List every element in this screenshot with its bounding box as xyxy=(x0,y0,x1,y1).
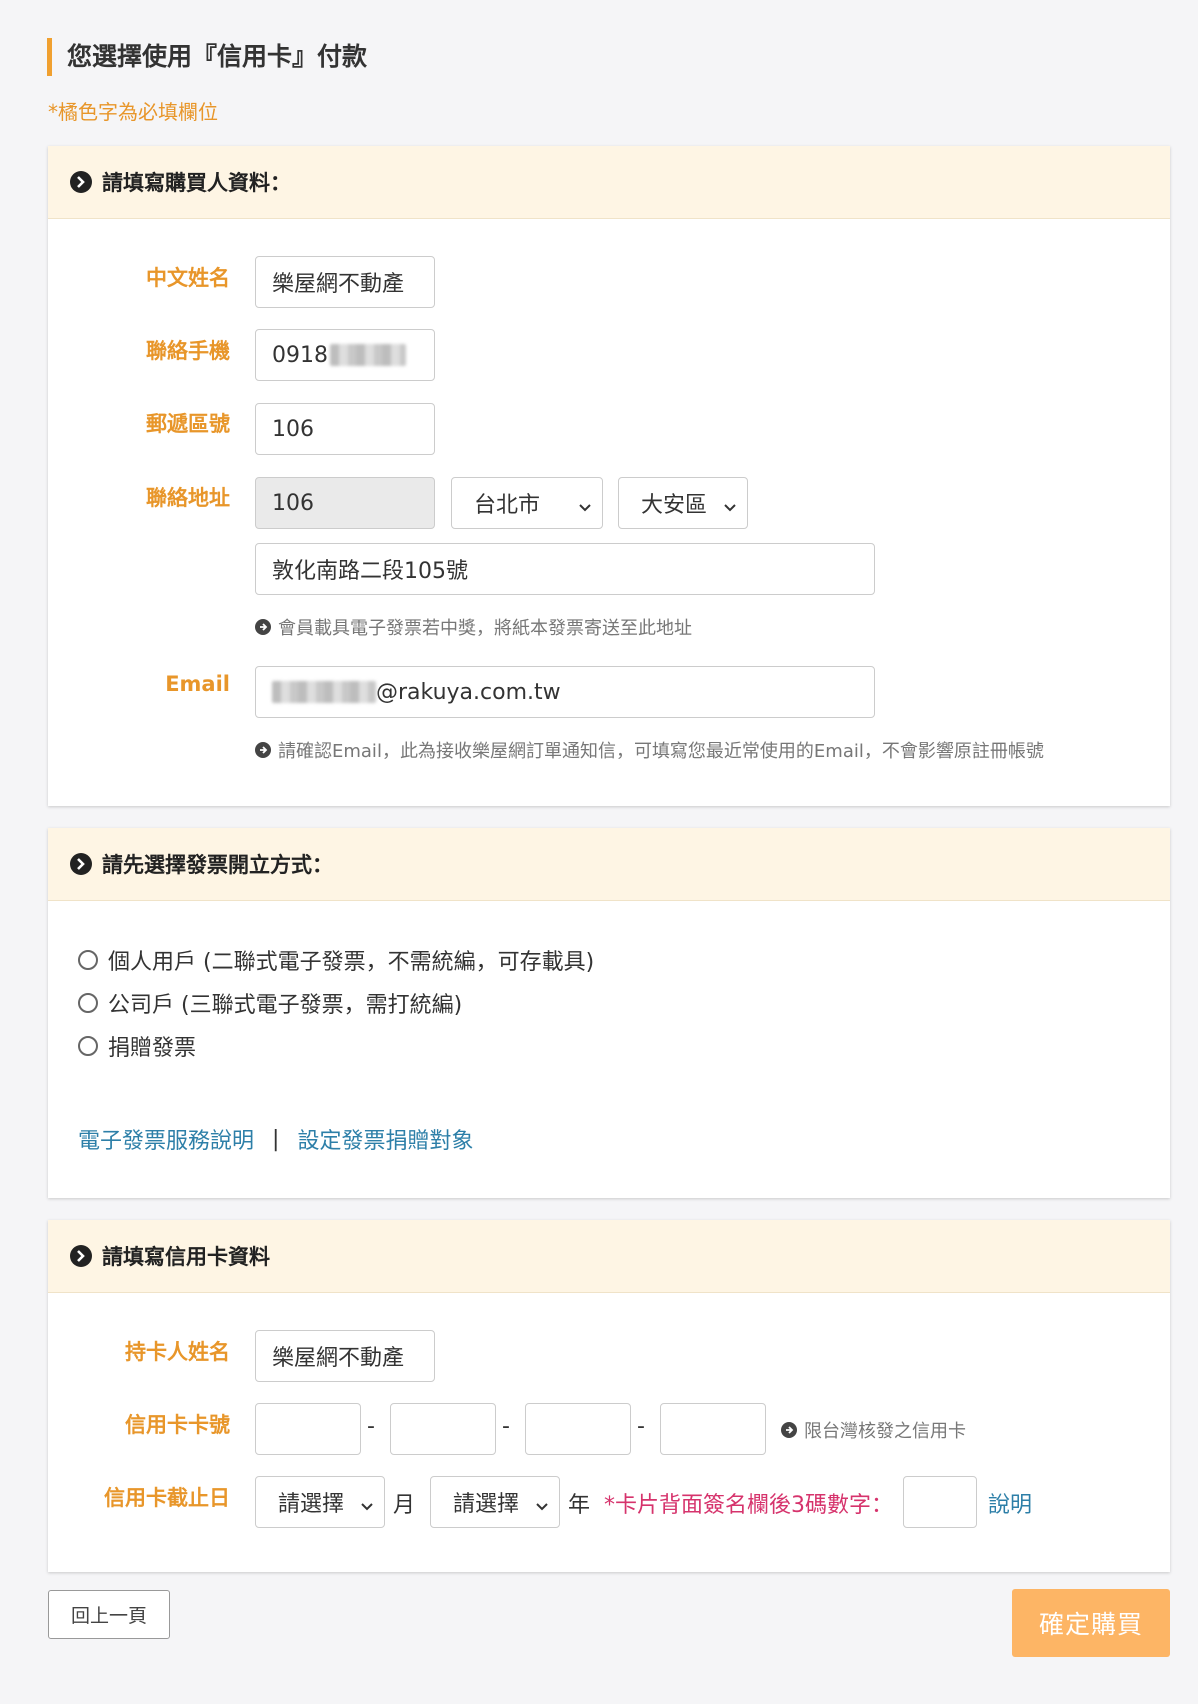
radio-button[interactable] xyxy=(78,993,98,1013)
card-number-dash: - xyxy=(637,1414,645,1439)
phone-value: 0918 xyxy=(272,342,328,368)
page-title: 您選擇使用『信用卡』付款 xyxy=(47,38,367,76)
invoice-option-label: 公司戶 (三聯式電子發票，需打統編) xyxy=(108,993,463,1018)
circle-chevron-right-icon xyxy=(70,1245,92,1267)
invoice-option-donate[interactable]: 捐贈發票 xyxy=(78,1030,196,1062)
address-hint: 會員載具電子發票若中獎，將紙本發票寄送至此地址 xyxy=(255,614,692,640)
card-number-label: 信用卡卡號 xyxy=(125,1413,230,1437)
redacted-phone-digits xyxy=(330,344,406,366)
card-number-dash: - xyxy=(502,1414,510,1439)
payment-page: 您選擇使用『信用卡』付款 *橘色字為必填欄位 請填寫購買人資料： 中文姓名 樂屋… xyxy=(0,0,1198,1704)
district-select[interactable]: 大安區 xyxy=(618,477,748,529)
buyer-panel: 請填寫購買人資料： 中文姓名 樂屋網不動產 聯絡手機 0918 郵遞區號 106… xyxy=(48,146,1170,806)
redacted-email-user xyxy=(272,681,376,703)
name-value: 樂屋網不動產 xyxy=(272,272,405,297)
card-number-input-1[interactable] xyxy=(255,1403,361,1455)
invoice-panel-header: 請先選擇發票開立方式： xyxy=(48,828,1170,901)
invoice-heading: 請先選擇發票開立方式： xyxy=(102,853,333,877)
invoice-links: 電子發票服務說明 | 設定發票捐贈對象 xyxy=(78,1123,473,1155)
chevron-down-icon xyxy=(578,496,592,521)
name-label: 中文姓名 xyxy=(146,266,230,290)
email-value: @rakuya.com.tw xyxy=(376,679,561,705)
invoice-service-link[interactable]: 電子發票服務說明 xyxy=(78,1123,254,1155)
expiry-month-select[interactable]: 請選擇 xyxy=(255,1476,385,1528)
cvv-help-link[interactable]: 說明 xyxy=(988,1487,1032,1519)
street-value: 敦化南路二段105號 xyxy=(272,559,468,584)
card-number-hint: 限台灣核發之信用卡 xyxy=(781,1417,966,1443)
card-number-dash: - xyxy=(367,1414,375,1439)
holder-input[interactable]: 樂屋網不動產 xyxy=(255,1330,435,1382)
city-value: 台北市 xyxy=(474,493,541,518)
street-input[interactable]: 敦化南路二段105號 xyxy=(255,543,875,595)
email-hint-text: 請確認Email，此為接收樂屋網訂單通知信，可填寫您最近常使用的Email，不會… xyxy=(278,741,1044,762)
email-label: Email xyxy=(165,672,230,696)
chevron-down-icon xyxy=(535,1495,549,1520)
year-unit: 年 xyxy=(568,1493,591,1518)
postal-value: 106 xyxy=(272,416,314,442)
month-unit: 月 xyxy=(393,1493,416,1518)
holder-label: 持卡人姓名 xyxy=(125,1340,230,1364)
required-note: *橘色字為必填欄位 xyxy=(48,100,218,124)
city-select[interactable]: 台北市 xyxy=(451,477,603,529)
invoice-option-company[interactable]: 公司戶 (三聯式電子發票，需打統編) xyxy=(78,987,462,1019)
postal-label: 郵遞區號 xyxy=(146,412,230,436)
radio-button[interactable] xyxy=(78,1036,98,1056)
phone-label: 聯絡手機 xyxy=(146,339,230,363)
address-label: 聯絡地址 xyxy=(146,486,230,510)
expiry-month-value: 請選擇 xyxy=(278,1492,345,1517)
card-number-hint-text: 限台灣核發之信用卡 xyxy=(804,1421,966,1442)
expiry-label: 信用卡截止日 xyxy=(104,1486,230,1510)
circle-chevron-right-icon xyxy=(70,853,92,875)
phone-input[interactable]: 0918 xyxy=(255,329,435,381)
invoice-option-label: 個人用戶 (二聯式電子發票，不需統編，可存載具) xyxy=(108,950,595,975)
cvv-label: *卡片背面簽名欄後3碼數字： xyxy=(604,1493,893,1518)
address-hint-text: 會員載具電子發票若中獎，將紙本發票寄送至此地址 xyxy=(278,618,692,639)
card-number-input-4[interactable] xyxy=(660,1403,766,1455)
card-number-input-2[interactable] xyxy=(390,1403,496,1455)
card-heading: 請填寫信用卡資料 xyxy=(102,1245,270,1269)
buyer-heading: 請填寫購買人資料： xyxy=(102,171,291,195)
holder-value: 樂屋網不動產 xyxy=(272,1346,405,1371)
confirm-purchase-button[interactable]: 確定購買 xyxy=(1012,1589,1170,1657)
buyer-panel-header: 請填寫購買人資料： xyxy=(48,146,1170,219)
expiry-year-select[interactable]: 請選擇 xyxy=(430,1476,560,1528)
expiry-year-value: 請選擇 xyxy=(453,1492,520,1517)
district-value: 大安區 xyxy=(641,493,708,518)
circle-arrow-right-icon xyxy=(781,1422,797,1438)
card-panel: 請填寫信用卡資料 持卡人姓名 樂屋網不動產 信用卡卡號 - - - 限台灣核發之… xyxy=(48,1220,1170,1572)
postal-input[interactable]: 106 xyxy=(255,403,435,455)
invoice-panel: 請先選擇發票開立方式： 個人用戶 (二聯式電子發票，不需統編，可存載具) 公司戶… xyxy=(48,828,1170,1198)
address-postal-value: 106 xyxy=(272,490,314,516)
email-hint: 請確認Email，此為接收樂屋網訂單通知信，可填寫您最近常使用的Email，不會… xyxy=(255,737,1044,763)
circle-chevron-right-icon xyxy=(70,171,92,193)
cvv-input[interactable] xyxy=(903,1476,977,1528)
chevron-down-icon xyxy=(360,1495,374,1520)
circle-arrow-right-icon xyxy=(255,619,271,635)
radio-button[interactable] xyxy=(78,950,98,970)
email-input[interactable]: @rakuya.com.tw xyxy=(255,666,875,718)
address-postal-input: 106 xyxy=(255,477,435,529)
back-button[interactable]: 回上一頁 xyxy=(48,1590,170,1639)
invoice-donate-link[interactable]: 設定發票捐贈對象 xyxy=(297,1123,473,1155)
name-input[interactable]: 樂屋網不動產 xyxy=(255,256,435,308)
invoice-option-personal[interactable]: 個人用戶 (二聯式電子發票，不需統編，可存載具) xyxy=(78,944,594,976)
card-number-input-3[interactable] xyxy=(525,1403,631,1455)
card-panel-header: 請填寫信用卡資料 xyxy=(48,1220,1170,1293)
circle-arrow-right-icon xyxy=(255,742,271,758)
chevron-down-icon xyxy=(723,496,737,521)
invoice-option-label: 捐贈發票 xyxy=(108,1036,197,1061)
link-separator: | xyxy=(272,1126,280,1152)
